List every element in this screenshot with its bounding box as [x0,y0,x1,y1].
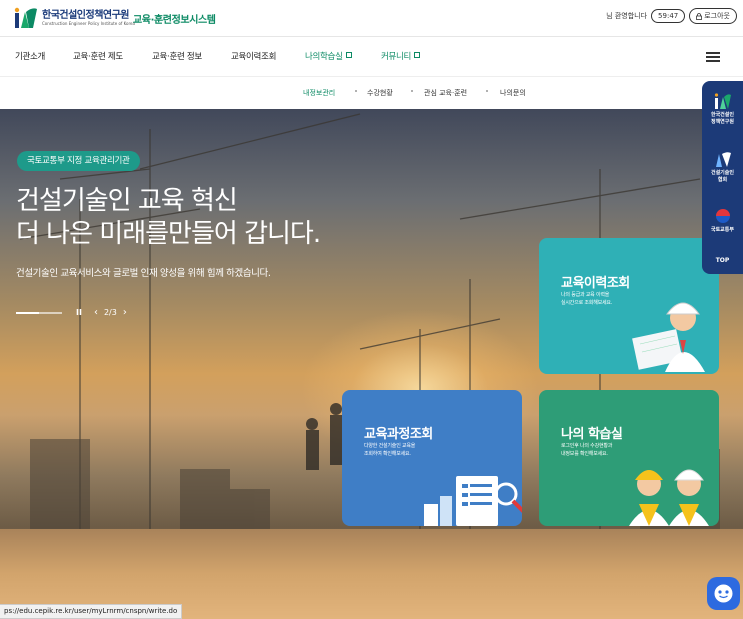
hero-title: 건설기술인 교육 혁신 더 나은 미래를만들어 갑니다. [16,185,321,251]
nav-item-history[interactable]: 교육이력조회 [231,50,276,62]
card-my-study[interactable]: 나의 학습실 로그인후 나의 수강현황과 내정보를 확인해보세요. [539,390,719,526]
cepik-logo-icon [714,93,731,109]
agency-badge: 국토교통부 지정 교육관리기관 [17,151,140,171]
hero-banner: 국토교통부 지정 교육관리기관 건설기술인 교육 혁신 더 나은 미래를만들어 … [0,109,743,619]
user-box: 님 환영합니다 59:47 로그아웃 [606,8,737,24]
sub-nav: 내정보관리 수강현황 관심 교육·훈련 나의문의 [0,76,743,108]
card-description: 로그인후 나의 수강현황과 내정보를 확인해보세요. [561,443,613,457]
chatbot-icon [714,584,733,603]
prev-slide-button[interactable]: ‹ [94,307,98,318]
card-education-history[interactable]: 교육이력조회 나의 등급과 교육 이력을 실시간으로 조회해보세요. [539,238,719,374]
external-link-icon [345,52,352,58]
hero-title-line1: 건설기술인 교육 혁신 [16,186,238,216]
hero-description: 건설기술인 교육서비스와 글로벌 인재 양성을 위해 힘께 하겠습니다. [16,268,271,279]
card-description: 다양한 건설기술인 교육을 조회하여 확인해보세요. [364,443,416,457]
nav-item-community[interactable]: 커뮤니티 [381,50,421,62]
scroll-top-button[interactable]: TOP [702,257,743,264]
subnav-item-inquiry[interactable]: 나의문의 [500,88,526,98]
user-greeting: 님 환영합니다 [606,12,648,20]
hero-title-line2: 더 나은 미래를만들어 갑니다. [16,219,321,249]
card-title: 교육이력조회 [561,276,630,291]
slider-progress [16,311,62,314]
subnav-item-interest[interactable]: 관심 교육·훈련 [424,88,467,98]
quick-link-association[interactable]: 건설기술인 협회 [702,151,743,184]
slide-indicator: 2/3 [103,308,117,317]
subnav-item-profile[interactable]: 내정보관리 [303,88,335,98]
card-title: 나의 학습실 [561,427,623,442]
association-logo-icon [715,152,731,167]
nav-item-info[interactable]: 교육·훈련 정보 [152,50,202,62]
nav-item-my-study-label: 나의학습실 [305,52,343,62]
card-title: 교육과정조회 [364,427,433,442]
lock-icon [696,12,703,20]
logo-mark-icon [14,7,38,29]
nav-item-about[interactable]: 기관소개 [15,50,45,62]
quick-menu: 한국건설인 정책연구원 건설기술인 협회 국토교통부 TOP [702,81,743,274]
logo[interactable]: 한국건설인정책연구원 Construction Engineer Policy … [14,7,135,29]
separator-dot [486,90,488,92]
logout-label: 로그아웃 [704,12,730,20]
menu-icon[interactable] [706,52,720,62]
card-course-search[interactable]: 교육과정조회 다양한 건설기술인 교육을 조회하여 확인해보세요. [342,390,522,526]
pause-button[interactable]: II [76,308,82,317]
top-bar: 한국건설인정책연구원 Construction Engineer Policy … [0,0,743,36]
session-timer[interactable]: 59:47 [651,9,686,23]
status-bar-url: ps://edu.cepik.re.kr/user/myLrnrm/cnspn/… [0,604,183,619]
logout-button[interactable]: 로그아웃 [689,8,737,24]
quick-link-molit[interactable]: 국토교통부 [702,208,743,234]
card-description: 나의 등급과 교육 이력을 실시간으로 조회해보세요. [561,292,613,306]
system-title[interactable]: 교육·훈련정보시스템 [133,11,216,26]
separator-dot [411,90,413,92]
chatbot-button[interactable] [707,577,740,610]
logo-name: 한국건설인정책연구원 [42,9,129,21]
quick-link-cepik[interactable]: 한국건설인 정책연구원 [702,93,743,126]
next-slide-button[interactable]: › [123,307,127,318]
logo-subtitle: Construction Engineer Policy Institute o… [42,20,135,26]
course-document-illustration-icon [424,476,522,526]
separator-dot [355,90,357,92]
external-link-icon [414,52,421,58]
subnav-item-enrollment[interactable]: 수강현황 [367,88,393,98]
nav-item-community-label: 커뮤니티 [381,52,412,62]
slider-controls: II ‹ 2/3 › [16,307,127,318]
molit-logo-icon [715,209,730,223]
main-nav: 기관소개 교육·훈련 제도 교육·훈련 정보 교육이력조회 나의학습실 커뮤니티 [0,37,743,75]
nav-item-my-study[interactable]: 나의학습실 [305,50,352,62]
nav-item-system[interactable]: 교육·훈련 제도 [73,50,123,62]
engineer-illustration-icon [632,302,705,372]
workers-illustration-icon [629,469,709,526]
